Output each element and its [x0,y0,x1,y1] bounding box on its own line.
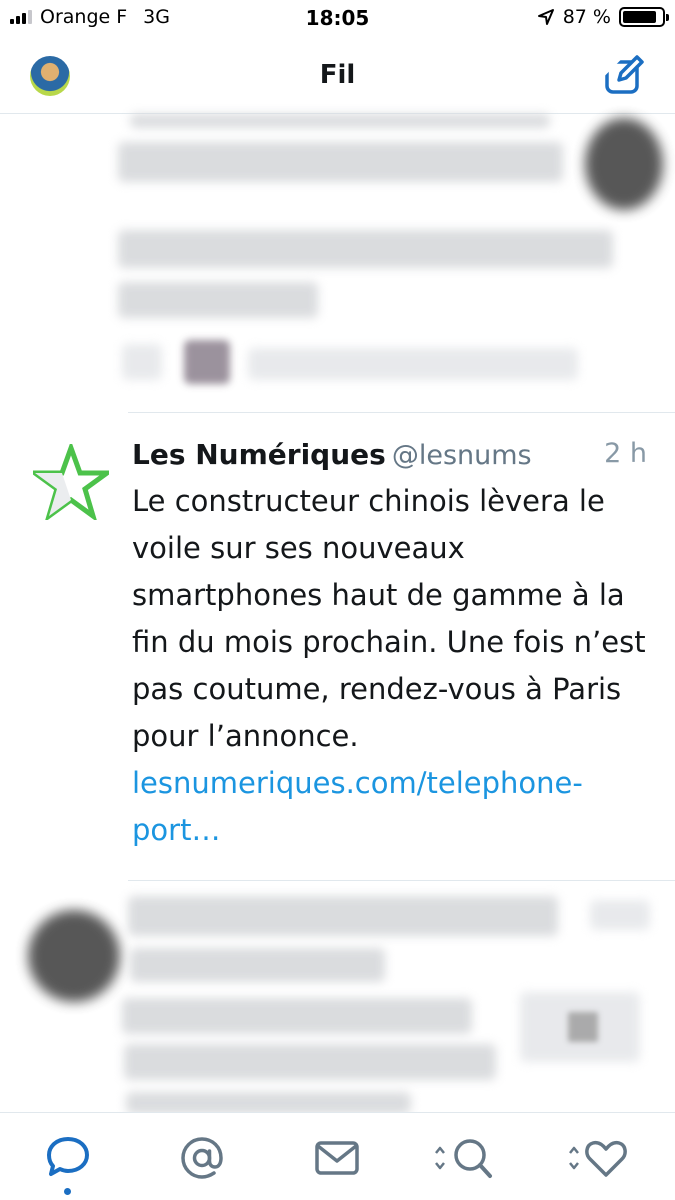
chat-bubble-icon [47,1137,89,1176]
heart-icon [569,1140,627,1177]
tab-home[interactable] [43,1133,93,1183]
tweet-divider [128,412,675,413]
tab-favorites[interactable] [566,1133,632,1183]
tweet-body: Le constructeur chinois lèvera le voile … [132,478,657,854]
tab-mentions[interactable] [177,1133,227,1183]
tweet-timestamp: 2 h [604,438,647,469]
navigation-bar: Fil [0,40,675,114]
battery-percent: 87 % [562,6,611,28]
tweet-author[interactable]: Les Numériques @lesnums [132,438,532,471]
envelope-icon [315,1141,359,1175]
battery-info: 87 % [537,6,669,28]
search-icon [435,1139,492,1178]
active-tab-indicator [64,1188,71,1195]
tab-messages[interactable] [312,1133,362,1183]
compose-icon[interactable] [603,54,645,96]
star-icon [33,444,109,520]
tweet[interactable]: Les Numériques @lesnums 2 h Le constructe… [0,414,675,880]
tab-search[interactable] [432,1133,498,1183]
location-arrow-icon [537,9,554,25]
tweet-text: Le constructeur chinois lèvera le voile … [132,484,646,753]
page-title: Fil [319,60,356,90]
tweet-link[interactable]: lesnumeriques.com/telephone-port… [132,766,583,847]
battery-icon [619,7,669,27]
status-bar: Orange F 3G 18:05 87 % [0,0,675,40]
display-name[interactable]: Les Numériques [132,438,386,471]
tab-bar [0,1112,675,1200]
at-icon [181,1137,223,1179]
tweet-handle[interactable]: @lesnums [392,440,532,471]
tweet-divider [128,880,675,881]
